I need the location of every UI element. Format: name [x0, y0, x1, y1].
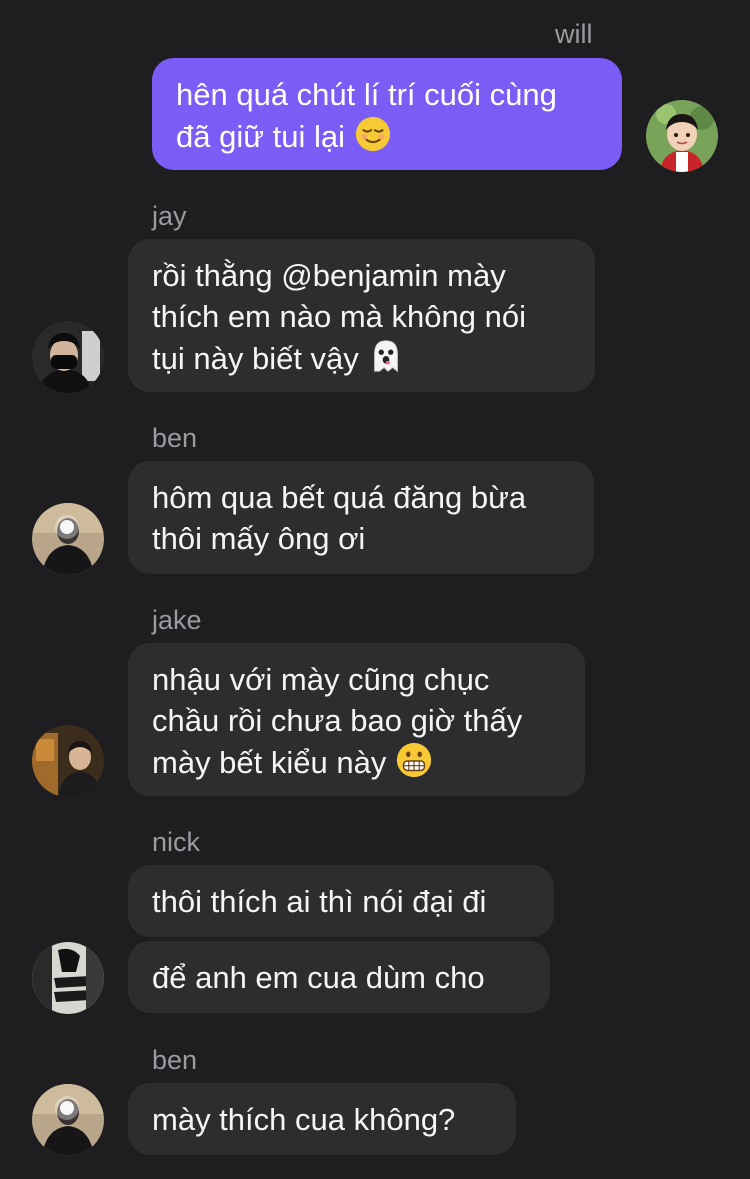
avatar-nick[interactable]	[32, 942, 104, 1014]
message-line: rồi thằng @benjamin mày	[152, 258, 506, 293]
message-line: đã giữ tui lại	[176, 119, 345, 154]
sender-name-nick: nick	[152, 827, 201, 857]
avatar-jake[interactable]	[32, 725, 104, 797]
sender-name-ben: ben	[152, 423, 198, 453]
message-line: để anh em cua dùm cho	[152, 960, 485, 995]
message-line: hôm qua bết quá đăng bừa	[152, 480, 527, 515]
avatar-ben[interactable]	[32, 503, 104, 575]
avatar-ben[interactable]	[32, 1084, 104, 1156]
ghost-emoji	[374, 340, 399, 373]
message-line: thôi thích ai thì nói đại đi	[152, 884, 487, 919]
sender-name-will: will	[555, 19, 593, 49]
message-line: mày thích cua không?	[152, 1102, 456, 1137]
sender-name-jake: jake	[152, 605, 202, 635]
message-bubble-received[interactable]: để anh em cua dùm cho	[128, 941, 550, 1013]
message-bubble-received[interactable]: nhậu với mày cũng chục chầu rồi chưa bao…	[128, 643, 585, 796]
message-bubble-received[interactable]: thôi thích ai thì nói đại đi	[128, 865, 554, 937]
message-line: nhậu với mày cũng chục	[152, 662, 490, 697]
message-bubble-sent[interactable]: hên quá chút lí trí cuối cùng đã giữ tui…	[152, 58, 622, 170]
grimacing-face-emoji	[396, 742, 432, 778]
avatar-jay[interactable]	[32, 321, 104, 393]
message-bubble-received[interactable]: mày thích cua không?	[128, 1083, 516, 1155]
message-bubble-received[interactable]: hôm qua bết quá đăng bừa thôi mấy ông ơi	[128, 461, 594, 574]
message-line: thôi mấy ông ơi	[152, 521, 366, 556]
message-bubble-received[interactable]: rồi thằng @benjamin mày thích em nào mà …	[128, 239, 595, 392]
sender-name-ben: ben	[152, 1045, 198, 1075]
message-line: thích em nào mà không nói	[152, 299, 526, 334]
relieved-face-emoji	[355, 116, 390, 152]
avatar-will[interactable]	[646, 100, 718, 172]
message-line: chầu rồi chưa bao giờ thấy	[152, 703, 523, 738]
sender-name-jay: jay	[152, 201, 187, 231]
message-line: tụi này biết vậy	[152, 341, 359, 376]
message-line: mày bết kiểu này	[152, 745, 387, 780]
message-line: hên quá chút lí trí cuối cùng	[176, 77, 557, 112]
